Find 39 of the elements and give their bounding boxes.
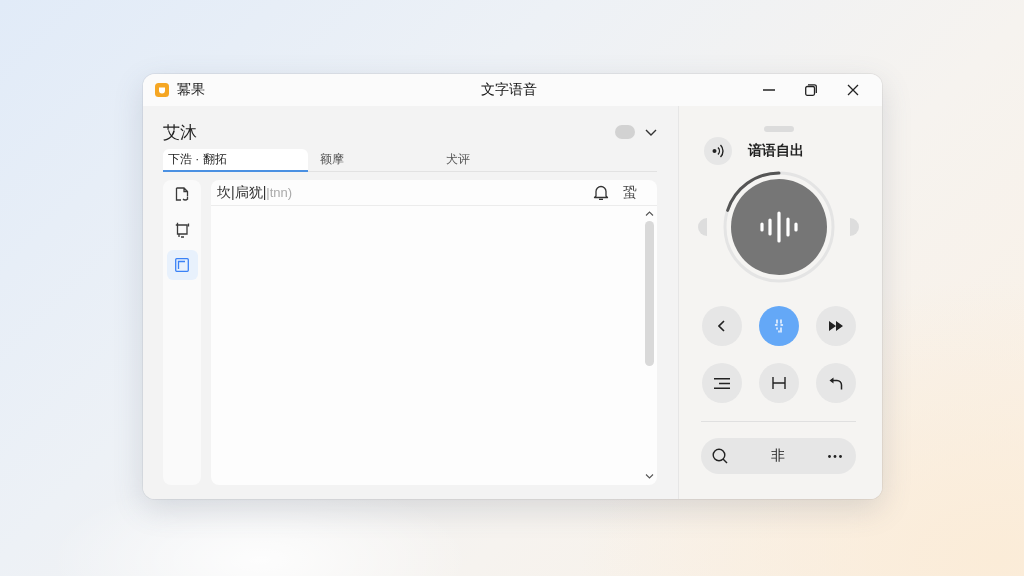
scrollbar-thumb[interactable] — [644, 221, 654, 366]
window-title: 文字语音 — [480, 81, 538, 99]
fast-forward-icon — [828, 321, 843, 331]
window-icon — [175, 258, 189, 272]
speaker-icon[interactable] — [704, 137, 732, 165]
dotted-lines-icon — [773, 319, 784, 333]
bell-icon[interactable] — [593, 184, 609, 201]
input-field[interactable]: 坎|扃犹||tnn) — [217, 183, 579, 202]
tab[interactable]: 下浩 · 翻拓 — [163, 149, 308, 172]
align-button[interactable] — [701, 363, 742, 403]
toggle-switch[interactable] — [615, 125, 635, 139]
tab[interactable]: 犬评 — [434, 149, 560, 172]
voice-button[interactable] — [730, 179, 827, 275]
tab[interactable]: 额摩 — [308, 149, 434, 172]
drag-handle[interactable] — [763, 126, 794, 132]
search-icon — [712, 448, 728, 464]
width-icon — [771, 377, 786, 389]
chevron-left-icon — [718, 320, 725, 332]
page-icon — [175, 187, 189, 203]
app-name: 冪果 — [177, 81, 205, 99]
section-heading: 艾沐 — [163, 121, 197, 144]
restore-icon — [805, 84, 817, 96]
undo-button[interactable] — [815, 363, 856, 403]
lines-icon — [713, 377, 730, 389]
sound-wave-icon — [758, 211, 799, 243]
caret-up-icon[interactable] — [644, 211, 654, 216]
fast-forward-button[interactable] — [815, 306, 856, 346]
app-icon — [155, 83, 169, 97]
toolbar-label[interactable]: 非 — [762, 441, 793, 471]
frame-icon — [174, 222, 190, 238]
fit-width-button[interactable] — [758, 363, 799, 403]
close-icon — [847, 84, 859, 96]
caret-down-icon[interactable] — [644, 474, 654, 479]
voice-label: 谙语自出 — [748, 142, 804, 160]
minimize-icon — [763, 89, 775, 91]
undo-icon — [828, 376, 843, 390]
more-icon — [828, 454, 842, 458]
chevron-down-icon[interactable] — [645, 128, 657, 136]
header-action[interactable]: 蛩 — [623, 183, 637, 202]
